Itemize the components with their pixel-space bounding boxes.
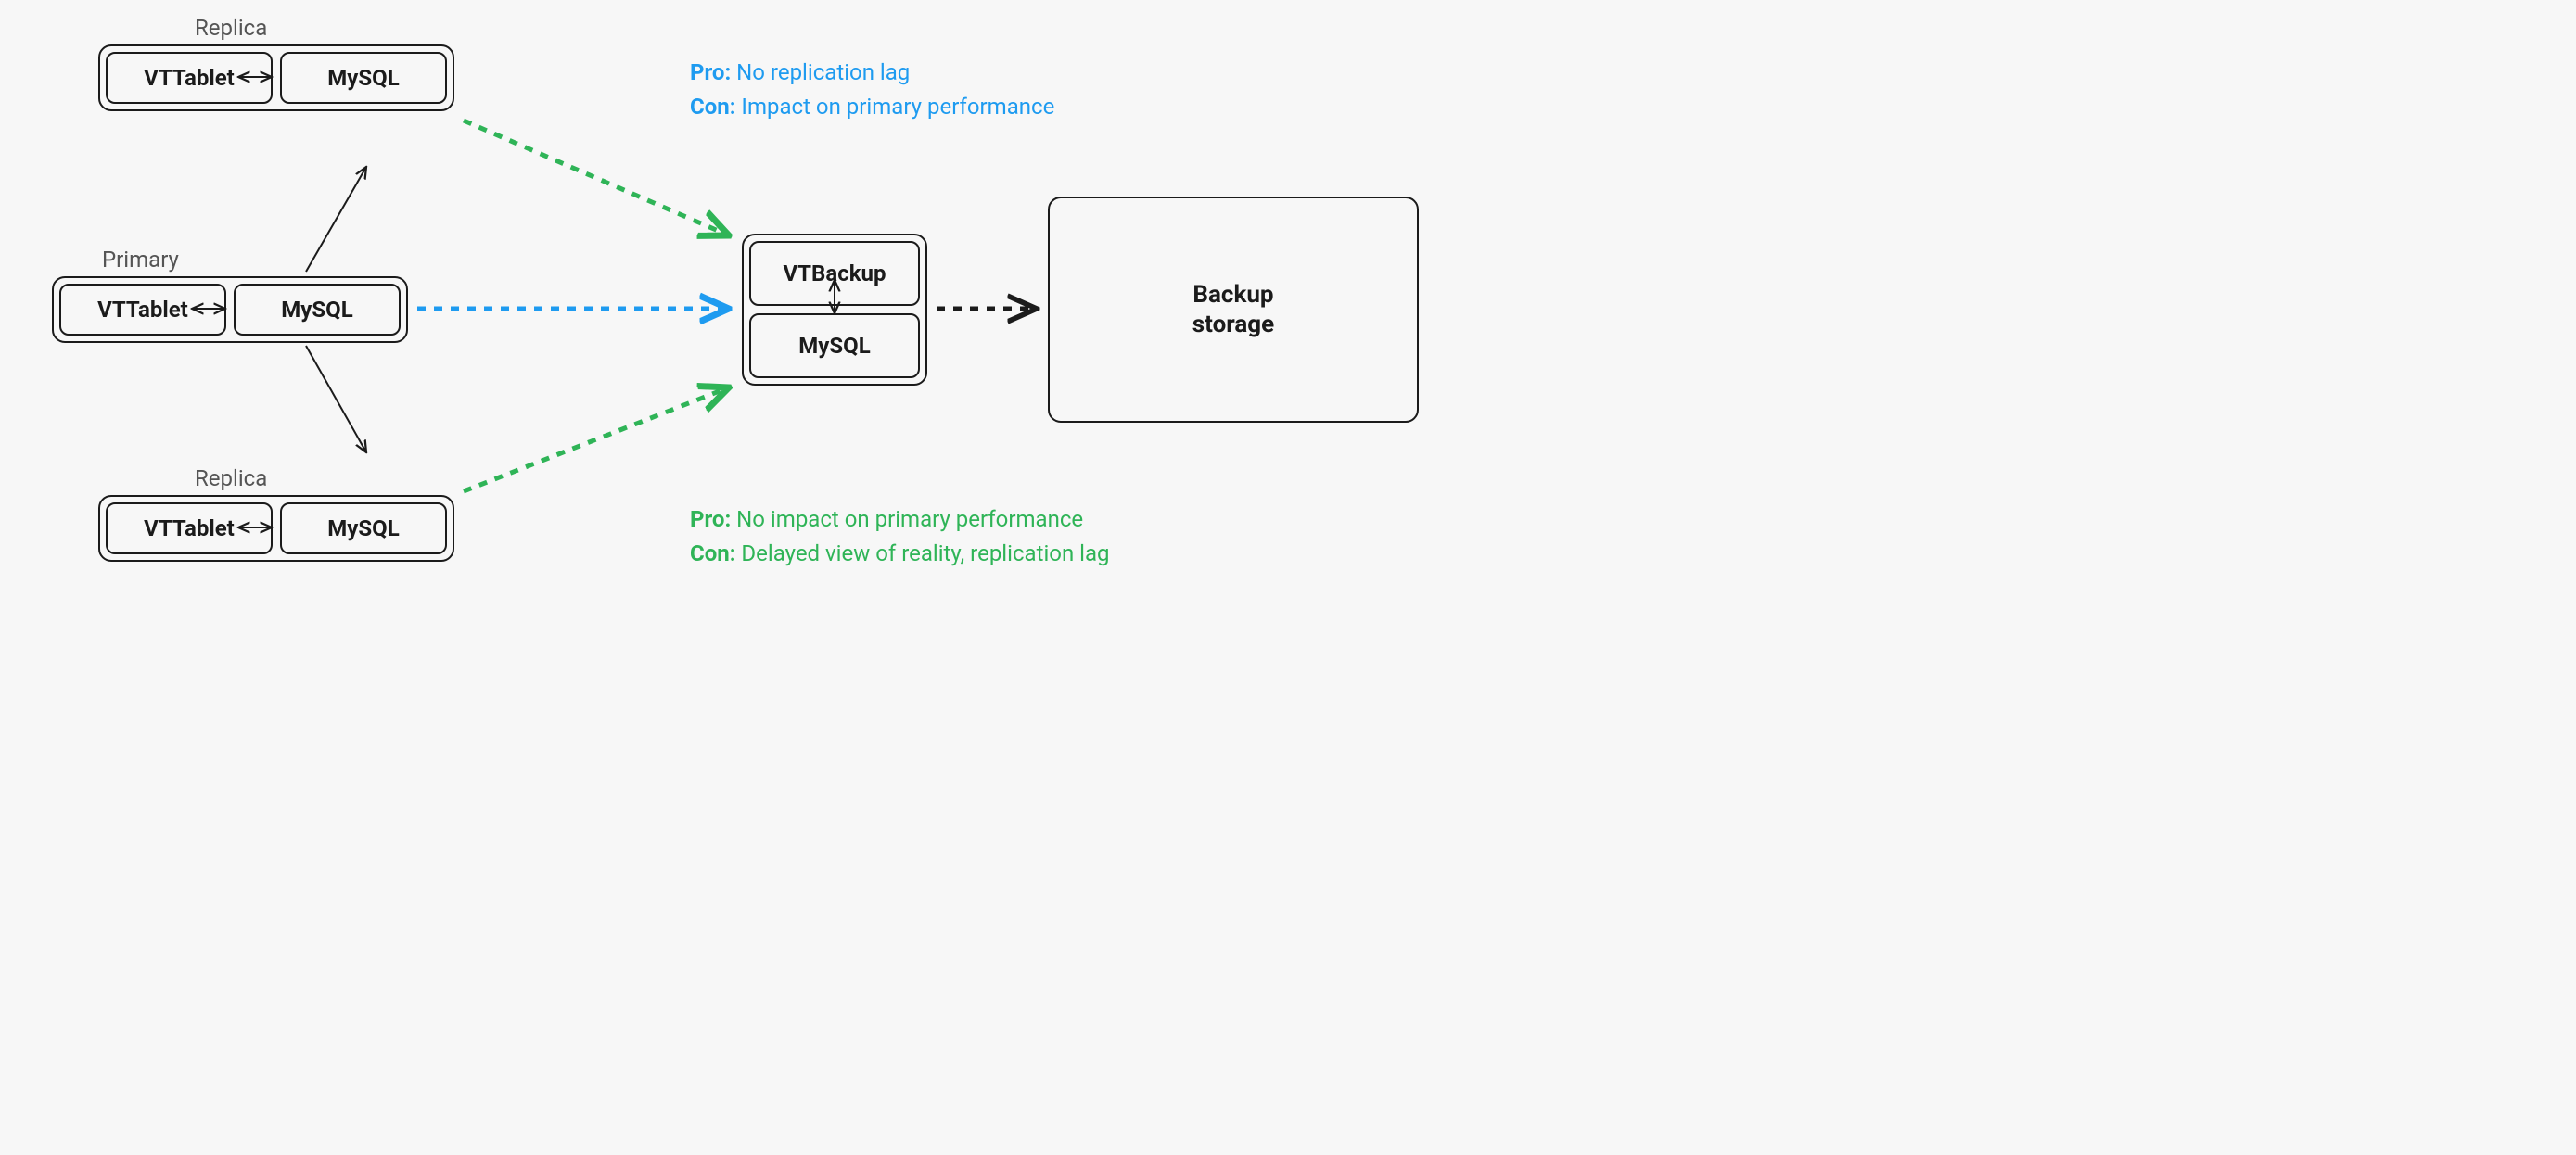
- blue-con-label: Con:: [690, 94, 735, 120]
- green-con-text: Delayed view of reality, replication lag: [741, 540, 1109, 566]
- replica1-vttablet-box: VTTablet: [106, 52, 273, 104]
- replica1-mysql-box: MySQL: [280, 52, 447, 104]
- primary-to-replica2-arrow: [306, 346, 366, 452]
- blue-annotation: Pro: No replication lag Con: Impact on p…: [690, 56, 1054, 124]
- backup-mysql-box: MySQL: [749, 313, 920, 378]
- blue-pro-text: No replication lag: [736, 59, 910, 85]
- blue-con-text: Impact on primary performance: [741, 94, 1054, 120]
- replica2-vttablet-box: VTTablet: [106, 502, 273, 554]
- replica2-box: VTTablet MySQL: [98, 495, 454, 562]
- replica2-mysql-box: MySQL: [280, 502, 447, 554]
- replica1-to-backup-arrow: [464, 121, 729, 235]
- primary-mysql-box: MySQL: [234, 284, 401, 336]
- green-pro-label: Pro:: [690, 506, 731, 532]
- backup-vtbackup-box: VTBackup: [749, 241, 920, 306]
- replica2-to-backup-arrow: [464, 387, 729, 491]
- primary-vttablet-box: VTTablet: [59, 284, 226, 336]
- backup-box: VTBackup MySQL: [742, 234, 927, 386]
- storage-label-line2: storage: [1192, 311, 1274, 338]
- primary-to-replica1-arrow: [306, 167, 366, 272]
- green-pro-text: No impact on primary performance: [736, 506, 1083, 532]
- green-annotation: Pro: No impact on primary performance Co…: [690, 502, 1110, 571]
- blue-pro-label: Pro:: [690, 59, 731, 85]
- primary-box: VTTablet MySQL: [52, 276, 408, 343]
- replica1-box: VTTablet MySQL: [98, 44, 454, 111]
- replica2-label: Replica: [195, 465, 267, 491]
- storage-label-line1: Backup: [1192, 281, 1273, 309]
- diagram-canvas: Replica VTTablet MySQL Primary VTTablet …: [0, 0, 1447, 649]
- replica1-label: Replica: [195, 15, 267, 41]
- primary-label: Primary: [102, 247, 179, 273]
- storage-box: Backup storage: [1048, 197, 1419, 423]
- green-con-label: Con:: [690, 540, 735, 566]
